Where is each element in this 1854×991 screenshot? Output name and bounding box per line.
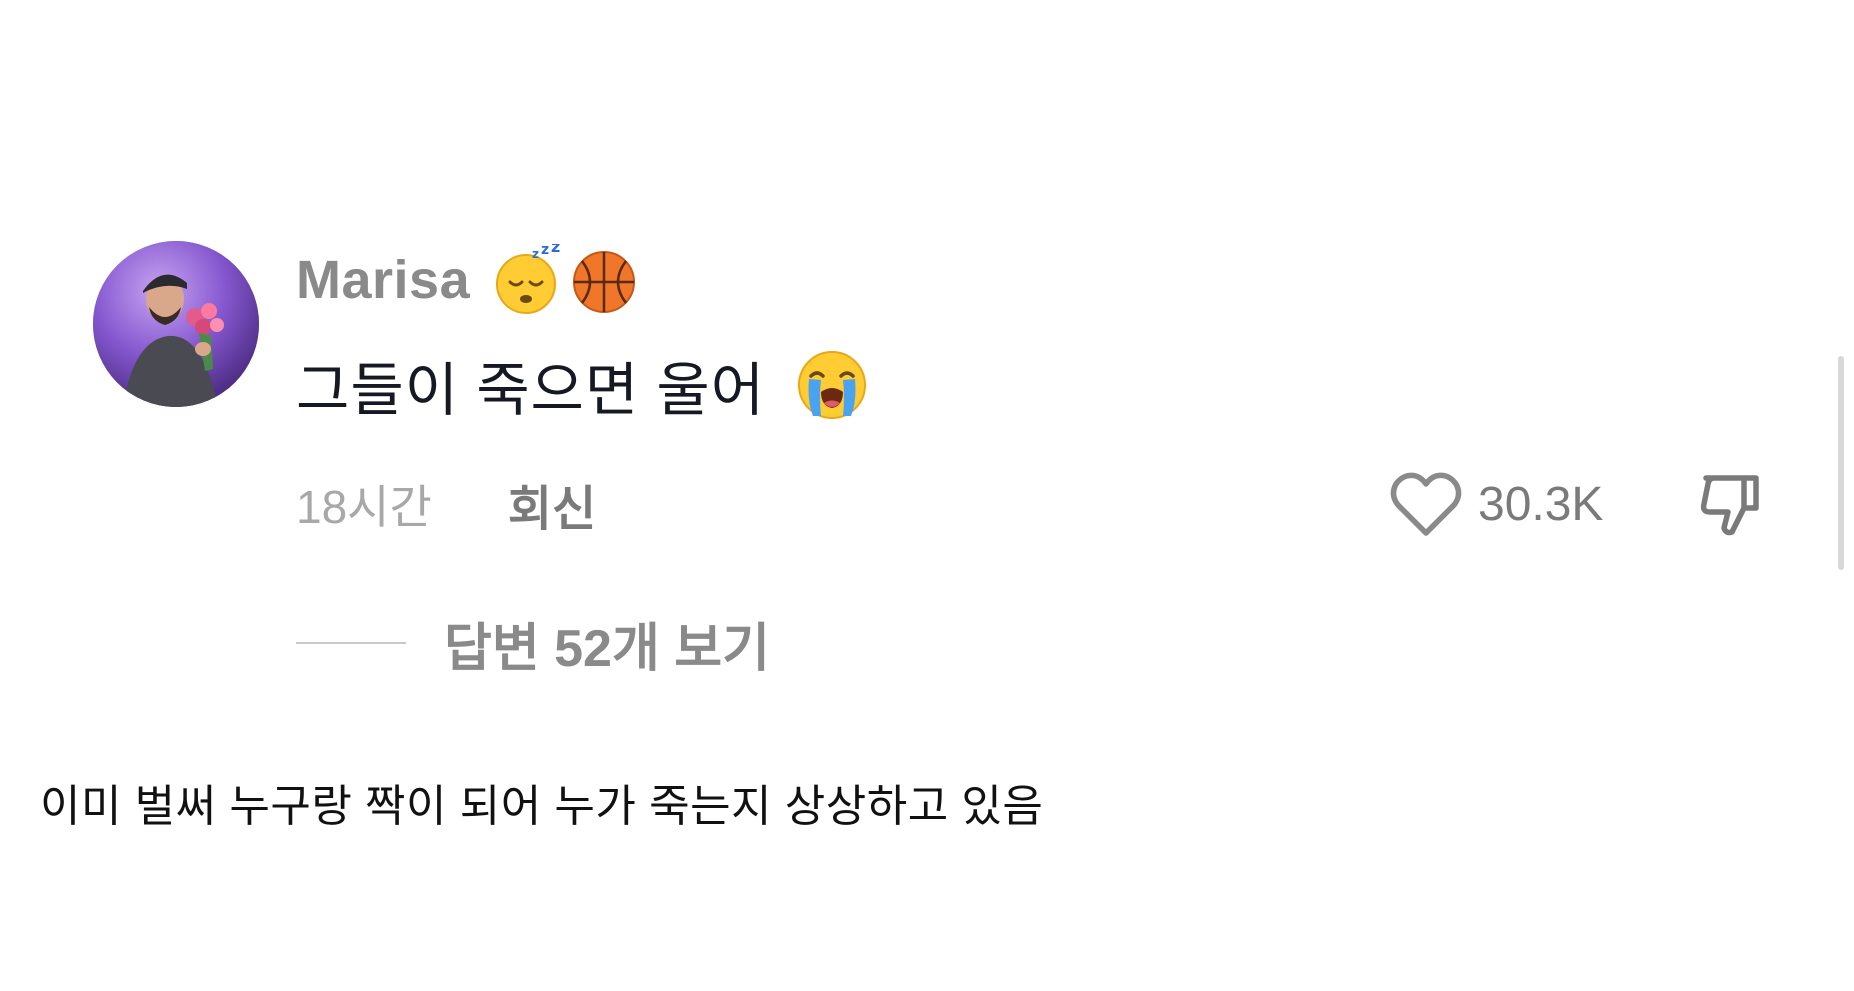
dislike-button[interactable] bbox=[1696, 470, 1768, 542]
view-replies-button[interactable]: 답변 52개 보기 bbox=[296, 608, 770, 678]
scrollbar[interactable] bbox=[1838, 356, 1844, 570]
comment-text-row: 그들이 죽으면 울어 bbox=[296, 340, 871, 430]
sleeping-face-emoji-icon: z z z bbox=[496, 244, 560, 314]
svg-text:z: z bbox=[541, 244, 549, 258]
comment-timestamp: 18시간 bbox=[296, 481, 432, 533]
svg-text:z: z bbox=[532, 247, 539, 261]
username-badges: z z z bbox=[492, 244, 640, 316]
basketball-emoji-icon bbox=[573, 251, 636, 313]
reply-button[interactable]: 회신 bbox=[508, 469, 596, 539]
loudly-crying-face-emoji-icon bbox=[798, 351, 867, 419]
replies-divider bbox=[296, 642, 406, 644]
avatar-image bbox=[93, 241, 259, 407]
caption-text: 이미 벌써 누구랑 짝이 되어 누가 죽는지 상상하고 있음 bbox=[40, 782, 1044, 831]
like-count: 30.3K bbox=[1478, 477, 1604, 531]
comment-meta-row: 18시간 회신 bbox=[296, 470, 596, 538]
like-button[interactable]: 30.3K bbox=[1388, 468, 1603, 540]
comment-card: Marisa z z z 그들이 죽으면 울어 18시간 회신 30.3K 답변… bbox=[0, 0, 1854, 700]
view-replies-label: 답변 52개 보기 bbox=[444, 619, 770, 678]
heart-outline-icon bbox=[1390, 472, 1462, 536]
thumbs-down-icon bbox=[1700, 475, 1759, 536]
avatar[interactable] bbox=[93, 241, 259, 407]
username-row: Marisa z z z bbox=[296, 242, 640, 318]
svg-text:z: z bbox=[551, 244, 560, 256]
comment-text: 그들이 죽으면 울어 bbox=[296, 358, 766, 423]
username[interactable]: Marisa bbox=[296, 249, 470, 311]
